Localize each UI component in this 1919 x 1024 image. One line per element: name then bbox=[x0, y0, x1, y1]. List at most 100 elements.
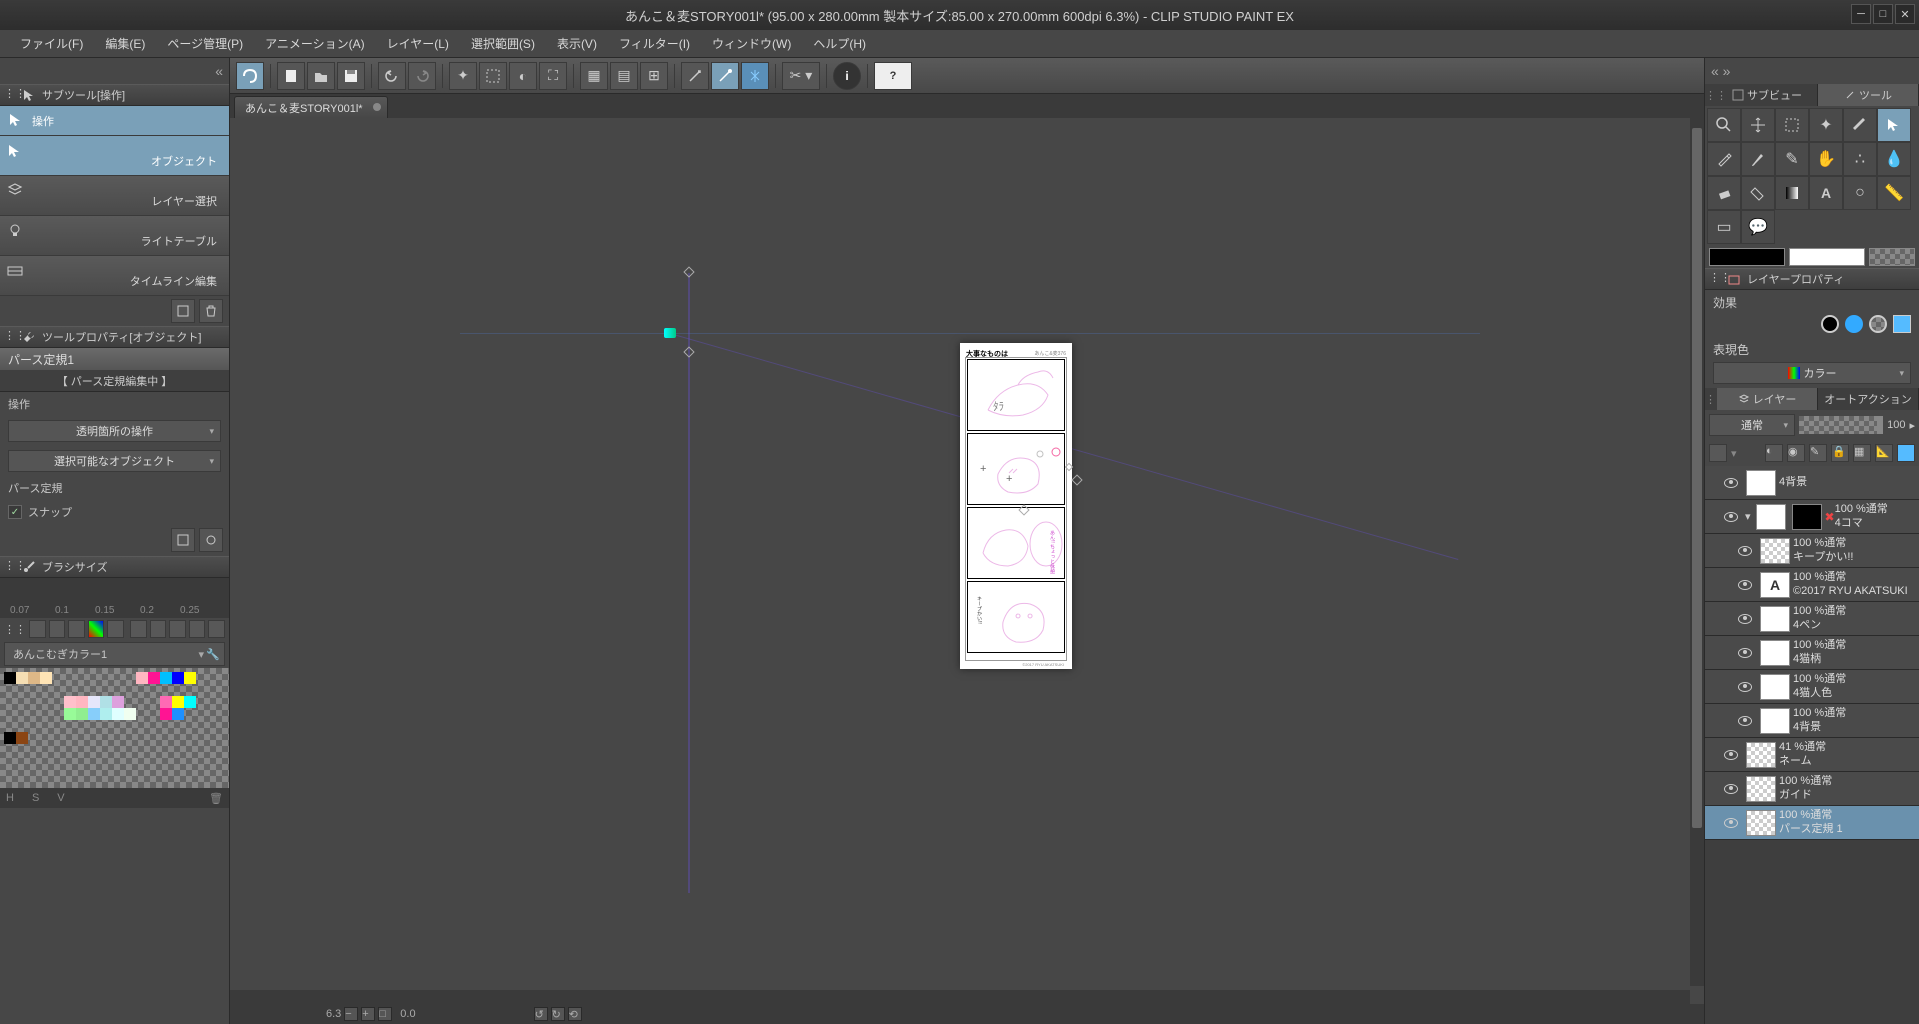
layer-row[interactable]: 4背景 bbox=[1705, 466, 1919, 500]
crop-button[interactable]: ✂ ▾ bbox=[782, 62, 820, 90]
layer-row[interactable]: A100 %通常©2017 RYU AKATSUKI bbox=[1705, 568, 1919, 602]
expand-button[interactable]: ⛶ bbox=[539, 62, 567, 90]
brush-size-header[interactable]: ⋮⋮ ブラシサイズ bbox=[0, 556, 229, 578]
reset-rotation-button[interactable]: ⟲ bbox=[568, 1007, 582, 1021]
scrollbar-thumb[interactable] bbox=[1692, 128, 1702, 828]
layer-row[interactable]: ▾✖100 %通常4コマ bbox=[1705, 500, 1919, 534]
tool-fill[interactable] bbox=[1741, 176, 1775, 210]
snap-grid-button[interactable]: ⊞ bbox=[640, 62, 668, 90]
layer-btn-draft[interactable]: ✎ bbox=[1809, 444, 1827, 462]
tool-pen[interactable] bbox=[1843, 108, 1877, 142]
menu-help[interactable]: ヘルプ(H) bbox=[803, 31, 876, 56]
swatch[interactable] bbox=[76, 696, 88, 708]
rotate-cw-button[interactable]: ↻ bbox=[551, 1007, 565, 1021]
layer-visibility-toggle[interactable] bbox=[1719, 512, 1743, 522]
menu-selection[interactable]: 選択範囲(S) bbox=[461, 31, 545, 56]
layer-row[interactable]: 100 %通常キープかい!! bbox=[1705, 534, 1919, 568]
swatch[interactable] bbox=[148, 672, 160, 684]
layer-visibility-toggle[interactable] bbox=[1733, 580, 1757, 590]
pal-btn-8[interactable] bbox=[169, 620, 186, 638]
foreground-color[interactable] bbox=[1709, 248, 1785, 266]
folder-caret[interactable]: ▾ bbox=[1745, 510, 1751, 523]
transparent-color[interactable] bbox=[1869, 248, 1915, 266]
tool-brush[interactable] bbox=[1741, 142, 1775, 176]
trash-icon[interactable]: 🗑 bbox=[209, 792, 223, 805]
tool-wand[interactable]: ✦ bbox=[1809, 108, 1843, 142]
tool-pencil[interactable]: ✎ bbox=[1775, 142, 1809, 176]
layer-visibility-toggle[interactable] bbox=[1733, 648, 1757, 658]
menu-edit[interactable]: 編集(E) bbox=[95, 31, 155, 56]
minimize-button[interactable]: ─ bbox=[1851, 4, 1871, 24]
zoom-out-button[interactable]: − bbox=[344, 1007, 358, 1021]
close-button[interactable]: ✕ bbox=[1895, 4, 1915, 24]
tab-close-icon[interactable] bbox=[373, 103, 381, 111]
delete-subtool-button[interactable] bbox=[199, 299, 223, 323]
palette-select[interactable]: あんこむぎカラー1 🔧 bbox=[4, 642, 225, 666]
effect-tone-button[interactable] bbox=[1845, 315, 1863, 333]
layer-btn-mask[interactable]: ▦ bbox=[1853, 444, 1871, 462]
layer-row[interactable]: 100 %通常ガイド bbox=[1705, 772, 1919, 806]
tool-gradient[interactable] bbox=[1775, 176, 1809, 210]
opacity-slider[interactable] bbox=[1799, 416, 1883, 434]
menu-file[interactable]: ファイル(F) bbox=[10, 31, 93, 56]
layer-row[interactable]: 100 %通常4猫人色 bbox=[1705, 670, 1919, 704]
tool-hand[interactable]: ✋ bbox=[1809, 142, 1843, 176]
layer-visibility-toggle[interactable] bbox=[1719, 750, 1743, 760]
menu-filter[interactable]: フィルター(I) bbox=[609, 31, 700, 56]
subtool-light-table[interactable]: ライトテーブル bbox=[0, 216, 229, 256]
tool-frame[interactable]: ▭ bbox=[1707, 210, 1741, 244]
pal-btn-1[interactable] bbox=[29, 620, 46, 638]
background-color[interactable] bbox=[1789, 248, 1865, 266]
swatch[interactable] bbox=[184, 696, 196, 708]
swatch[interactable] bbox=[28, 672, 40, 684]
help-button[interactable]: ? bbox=[874, 62, 912, 90]
canvas-area[interactable]: 大事なものは あんこ&麦376 ﾀﾗ ++ あん!! ちょっと休憩 キープか bbox=[230, 118, 1704, 1004]
snap-ruler-button[interactable] bbox=[681, 62, 709, 90]
layer-btn-clip[interactable]: ◐ bbox=[1765, 444, 1783, 462]
swatch-grid[interactable] bbox=[0, 668, 229, 788]
vanishing-point-handle[interactable] bbox=[664, 328, 676, 338]
new-subtool-button[interactable] bbox=[171, 299, 195, 323]
tool-eyedropper[interactable] bbox=[1707, 142, 1741, 176]
layer-btn-ruler[interactable]: 📐 bbox=[1875, 444, 1893, 462]
effect-color-button[interactable] bbox=[1893, 315, 1911, 333]
tp-combo-transparent[interactable]: 透明箇所の操作 bbox=[8, 420, 221, 442]
open-button[interactable] bbox=[307, 62, 335, 90]
vertical-scrollbar[interactable] bbox=[1690, 118, 1704, 986]
swatch[interactable] bbox=[16, 672, 28, 684]
canvas-page[interactable]: 大事なものは あんこ&麦376 ﾀﾗ ++ あん!! ちょっと休憩 キープか bbox=[960, 343, 1072, 669]
new-button[interactable] bbox=[277, 62, 305, 90]
tool-text[interactable]: A bbox=[1809, 176, 1843, 210]
layer-row[interactable]: 100 %通常4ペン bbox=[1705, 602, 1919, 636]
snap-special-button[interactable] bbox=[711, 62, 739, 90]
effect-pattern-button[interactable] bbox=[1869, 315, 1887, 333]
layer-row[interactable]: 100 %通常4背景 bbox=[1705, 704, 1919, 738]
snap-checkbox[interactable]: ✓ bbox=[8, 505, 22, 519]
info-button[interactable]: i bbox=[833, 62, 861, 90]
layer-visibility-toggle[interactable] bbox=[1733, 716, 1757, 726]
pal-btn-9[interactable] bbox=[189, 620, 206, 638]
tp-combo-selectable[interactable]: 選択可能なオブジェクト bbox=[8, 450, 221, 472]
tool-operation[interactable] bbox=[1877, 108, 1911, 142]
pal-btn-2[interactable] bbox=[49, 620, 66, 638]
layer-btn-checker[interactable] bbox=[1709, 444, 1727, 462]
horizontal-scrollbar[interactable] bbox=[230, 990, 1690, 1004]
color-mode-select[interactable]: カラー bbox=[1713, 362, 1911, 384]
layer-btn-ref[interactable]: ◉ bbox=[1787, 444, 1805, 462]
swatch[interactable] bbox=[88, 708, 100, 720]
opacity-caret[interactable]: ▸ bbox=[1909, 419, 1915, 432]
tool-shape[interactable]: ○ bbox=[1843, 176, 1877, 210]
swatch[interactable] bbox=[88, 696, 100, 708]
tp-save-button[interactable] bbox=[171, 528, 195, 552]
menu-page[interactable]: ページ管理(P) bbox=[157, 31, 253, 56]
subtool-panel-header[interactable]: ⋮⋮ サブツール[操作] bbox=[0, 84, 229, 106]
tool-ruler[interactable]: 📏 bbox=[1877, 176, 1911, 210]
tp-wrench-button[interactable] bbox=[199, 528, 223, 552]
swatch[interactable] bbox=[136, 672, 148, 684]
left-collapse[interactable]: « bbox=[0, 58, 229, 84]
tool-property-header[interactable]: ⋮⋮ ツールプロパティ[オブジェクト] bbox=[0, 326, 229, 348]
swatch[interactable] bbox=[16, 732, 28, 744]
tool-move[interactable] bbox=[1741, 108, 1775, 142]
blend-mode-select[interactable]: 通常 bbox=[1709, 414, 1795, 436]
brush-size-strip[interactable]: 0.07 0.1 0.15 0.2 0.25 bbox=[0, 578, 229, 618]
